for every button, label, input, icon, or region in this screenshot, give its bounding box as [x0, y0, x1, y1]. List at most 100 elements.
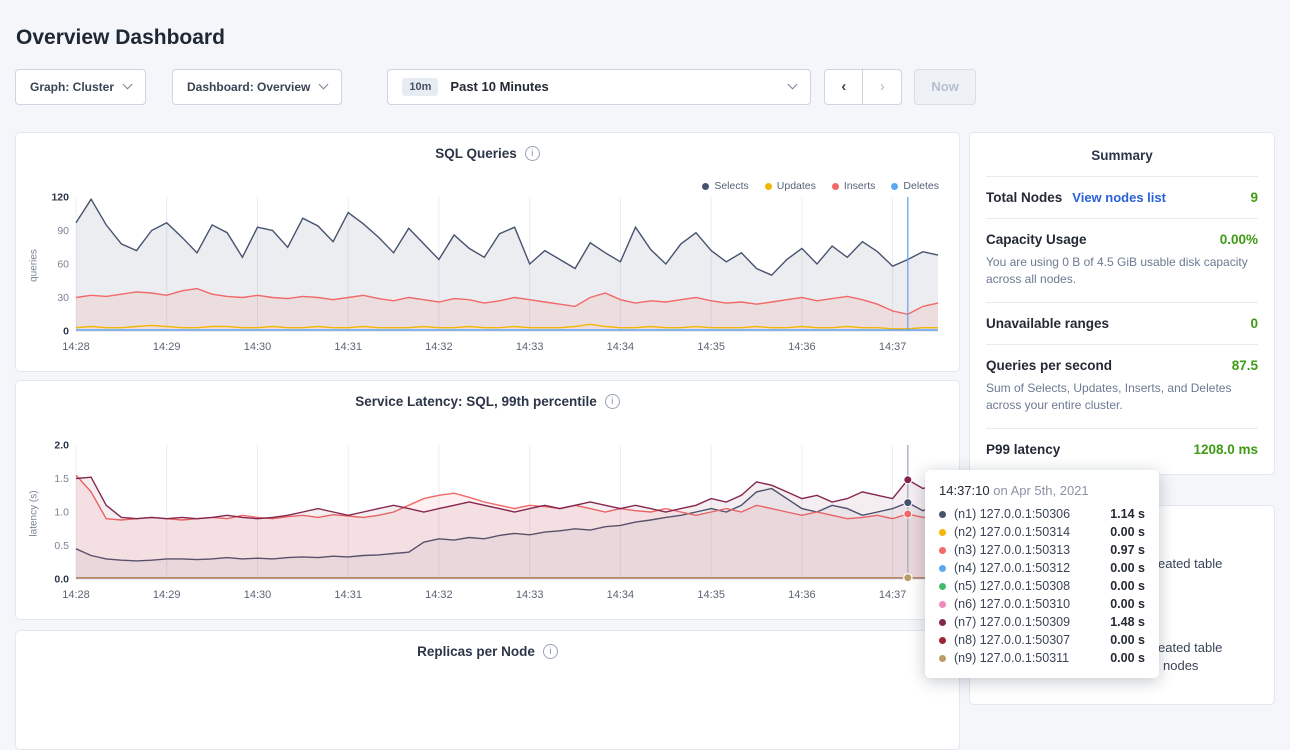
tooltip-node-label: (n5) 127.0.0.1:50308 [954, 579, 1070, 593]
summary-row-capacity: Capacity Usage 0.00% You are using 0 B o… [986, 218, 1258, 302]
tooltip-node-label: (n8) 127.0.0.1:50307 [954, 633, 1070, 647]
dashboard-dropdown-label: Dashboard: Overview [187, 80, 310, 94]
tooltip-row: (n9) 127.0.0.1:503110.00 s [939, 649, 1145, 667]
tooltip-row: (n4) 127.0.0.1:50312 0.00 s [939, 559, 1145, 577]
svg-text:14:30: 14:30 [244, 341, 272, 353]
dashboard-dropdown[interactable]: Dashboard: Overview [172, 69, 342, 105]
chevron-down-icon [123, 80, 133, 90]
event-item-fragment[interactable]: nodes [1163, 658, 1198, 673]
sql-queries-chart[interactable]: 14:2814:2914:3014:3114:3214:3314:3414:35… [36, 187, 948, 365]
svg-text:30: 30 [57, 292, 69, 304]
svg-text:14:36: 14:36 [788, 341, 816, 353]
capacity-usage-value: 0.00% [1220, 232, 1258, 247]
qps-description: Sum of Selects, Updates, Inserts, and De… [986, 380, 1258, 415]
svg-text:14:34: 14:34 [607, 589, 635, 601]
node-color-dot-icon [939, 565, 946, 572]
svg-text:14:31: 14:31 [334, 589, 362, 601]
summary-row-qps: Queries per second 87.5 Sum of Selects, … [986, 344, 1258, 428]
replicas-title: Replicas per Node i [16, 631, 959, 659]
p99-latency-label: P99 latency [986, 442, 1060, 457]
sql-queries-panel: SQL Queries i SelectsUpdatesInsertsDelet… [15, 132, 960, 372]
chevron-down-icon [788, 80, 798, 90]
chart-hover-tooltip: 14:37:10 on Apr 5th, 2021 (n1) 127.0.0.1… [925, 470, 1159, 678]
tooltip-row: (n1) 127.0.0.1:50306 1.14 s [939, 505, 1145, 523]
summary-title: Summary [986, 133, 1258, 176]
info-icon[interactable]: i [543, 644, 558, 659]
service-latency-title: Service Latency: SQL, 99th percentile i [16, 381, 959, 409]
view-nodes-list-link[interactable]: View nodes list [1072, 190, 1166, 205]
tooltip-row: (n7) 127.0.0.1:50309 1.48 s [939, 613, 1145, 631]
tooltip-node-value: 1.48 s [1110, 615, 1145, 629]
info-icon[interactable]: i [525, 146, 540, 161]
summary-row-unavailable-ranges: Unavailable ranges 0 [986, 302, 1258, 344]
node-color-dot-icon [939, 601, 946, 608]
svg-text:0.0: 0.0 [54, 574, 69, 586]
svg-text:14:28: 14:28 [62, 341, 90, 353]
tooltip-node-value: 1.14 s [1110, 507, 1145, 521]
tooltip-timestamp: 14:37:10 on Apr 5th, 2021 [939, 483, 1145, 498]
time-range-selector[interactable]: 10m Past 10 Minutes [387, 69, 811, 105]
svg-text:14:37: 14:37 [879, 589, 907, 601]
event-item-fragment[interactable]: eated table [1158, 640, 1222, 655]
service-latency-chart[interactable]: 14:28 14:29 14:30 14:31 14:32 14:33 14:34 14:35… [36, 435, 948, 613]
tooltip-node-value: 0.00 s [1110, 525, 1145, 539]
time-range-badge: 10m [402, 78, 438, 96]
svg-text:14:33: 14:33 [516, 589, 544, 601]
node-color-dot-icon [939, 583, 946, 590]
tooltip-node-label: (n1) 127.0.0.1:50306 [954, 507, 1070, 521]
svg-text:0: 0 [63, 326, 69, 338]
node-color-dot-icon [939, 619, 946, 626]
svg-text:14:37: 14:37 [879, 341, 907, 353]
svg-text:120: 120 [51, 192, 69, 204]
summary-row-total-nodes: Total Nodes View nodes list 9 [986, 176, 1258, 218]
time-step-buttons: ‹ › [824, 69, 902, 105]
tooltip-rows: (n1) 127.0.0.1:50306 1.14 s (n2) 127.0.0.1… [939, 505, 1145, 667]
node-color-dot-icon [939, 655, 946, 662]
chevron-down-icon [319, 80, 329, 90]
svg-text:14:28: 14:28 [62, 589, 90, 601]
time-range-label: Past 10 Minutes [450, 79, 548, 94]
svg-text:1.0: 1.0 [54, 507, 69, 519]
page-title: Overview Dashboard [16, 26, 225, 50]
tooltip-row: (n5) 127.0.0.1:50308 0.00 s [939, 577, 1145, 595]
tooltip-node-label: (n4) 127.0.0.1:50312 [954, 561, 1070, 575]
sql-queries-title: SQL Queries i [16, 133, 959, 161]
svg-text:14:35: 14:35 [697, 589, 725, 601]
tooltip-node-value: 0.00 s [1110, 561, 1145, 575]
node-color-dot-icon [939, 529, 946, 536]
replicas-panel: Replicas per Node i [15, 630, 960, 750]
svg-text:14:34: 14:34 [607, 341, 635, 353]
p99-latency-value: 1208.0 ms [1193, 442, 1258, 457]
svg-text:14:29: 14:29 [153, 341, 181, 353]
tooltip-node-label: (n3) 127.0.0.1:50313 [954, 543, 1070, 557]
tooltip-row: (n8) 127.0.0.1:50307 0.00 s [939, 631, 1145, 649]
svg-text:14:36: 14:36 [788, 589, 816, 601]
svg-text:0.5: 0.5 [54, 540, 69, 552]
event-item-fragment[interactable]: eated table [1158, 556, 1222, 571]
unavailable-ranges-value: 0 [1250, 316, 1258, 331]
tooltip-node-label: (n7) 127.0.0.1:50309 [954, 615, 1070, 629]
tooltip-node-value: 0.00 s [1110, 633, 1145, 647]
svg-text:14:35: 14:35 [697, 341, 725, 353]
tooltip-date: on Apr 5th, 2021 [993, 483, 1088, 498]
svg-text:14:31: 14:31 [334, 341, 362, 353]
tooltip-row: (n6) 127.0.0.1:503100.00 s [939, 595, 1145, 613]
graph-dropdown-label: Graph: Cluster [30, 80, 114, 94]
info-icon[interactable]: i [605, 394, 620, 409]
tooltip-node-value: 0.00 s [1110, 597, 1145, 611]
svg-text:14:32: 14:32 [425, 341, 453, 353]
summary-row-p99: P99 latency 1208.0 ms [986, 428, 1258, 470]
svg-text:14:32: 14:32 [425, 589, 453, 601]
tooltip-node-value: 0.00 s [1110, 579, 1145, 593]
tooltip-row: (n3) 127.0.0.1:503130.97 s [939, 541, 1145, 559]
qps-label: Queries per second [986, 358, 1112, 373]
svg-text:14:30: 14:30 [244, 589, 272, 601]
now-button[interactable]: Now [914, 69, 975, 105]
tooltip-row: (n2) 127.0.0.1:503140.00 s [939, 523, 1145, 541]
time-back-button[interactable]: ‹ [824, 69, 863, 105]
svg-text:14:29: 14:29 [153, 589, 181, 601]
time-forward-button[interactable]: › [863, 69, 902, 105]
svg-text:90: 90 [57, 225, 69, 237]
graph-dropdown[interactable]: Graph: Cluster [15, 69, 146, 105]
svg-text:2.0: 2.0 [54, 440, 69, 452]
